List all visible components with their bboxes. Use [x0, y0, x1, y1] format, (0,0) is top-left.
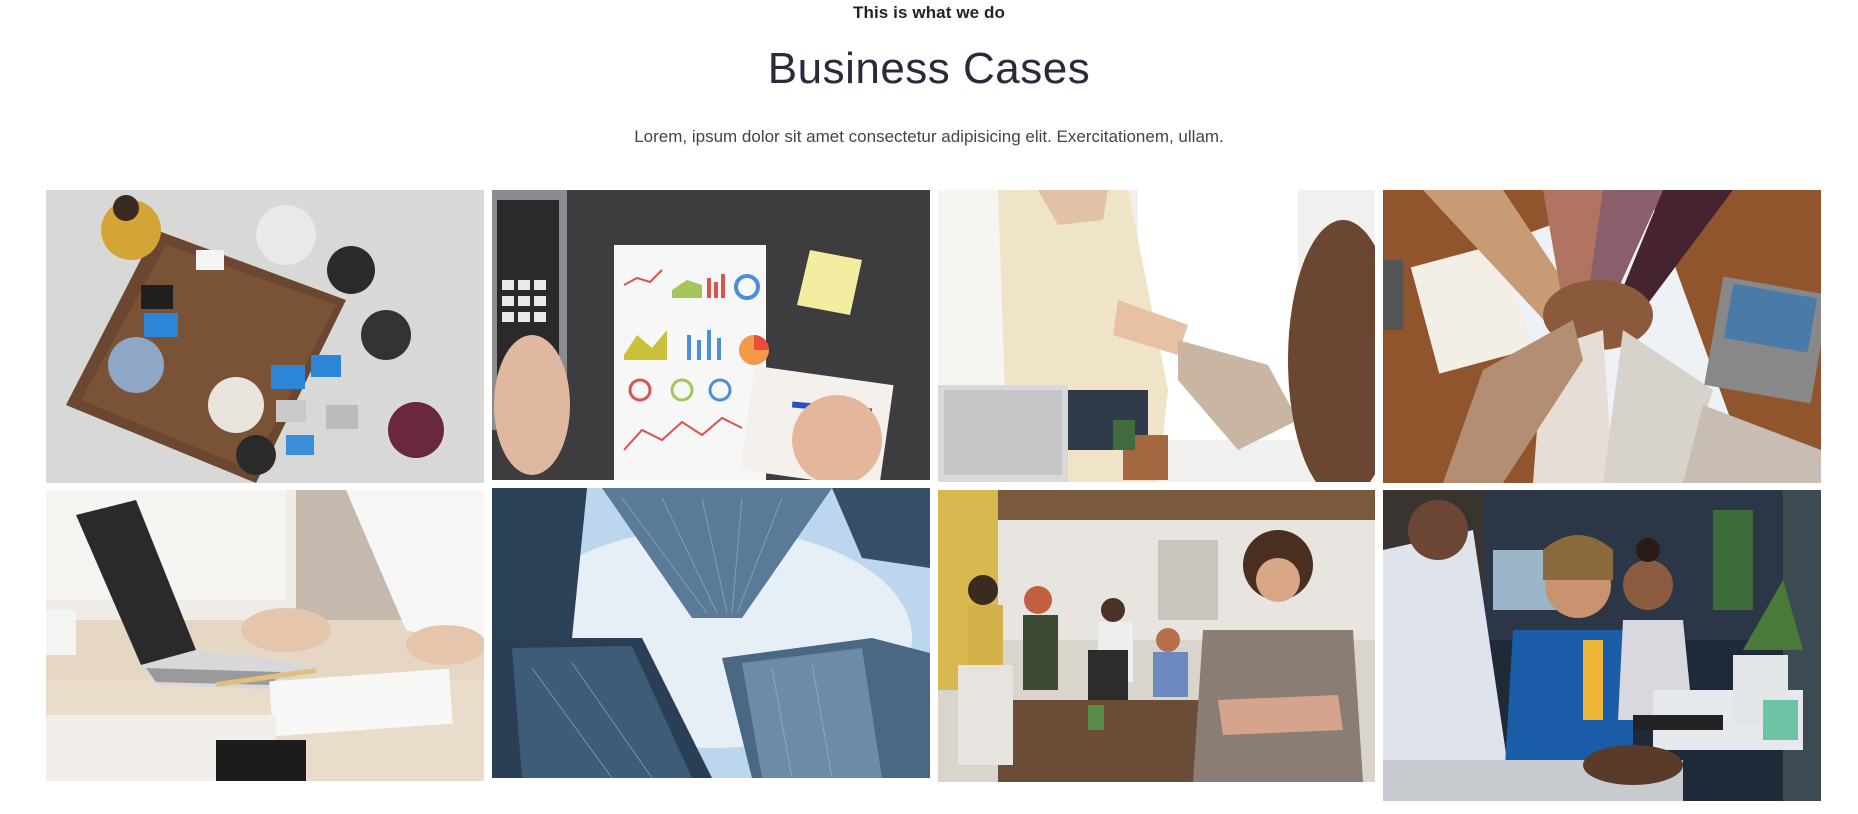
charts-report-desk-photo[interactable] — [492, 190, 930, 480]
team-hands-stack-photo[interactable] — [1383, 190, 1821, 483]
section-eyebrow: This is what we do — [853, 3, 1005, 22]
team-meeting-overhead-photo[interactable] — [46, 190, 484, 483]
section-title: Business Cases — [767, 44, 1091, 93]
skyscrapers-upward-photo[interactable] — [492, 488, 930, 778]
smiling-woman-office-photo[interactable] — [938, 490, 1375, 782]
handshake-photo[interactable] — [938, 190, 1375, 482]
section-subtitle: Lorem, ipsum dolor sit amet consectetur … — [634, 127, 1224, 146]
smiling-colleagues-desk-photo[interactable] — [1383, 490, 1821, 801]
laptop-typing-photo[interactable] — [46, 490, 484, 781]
